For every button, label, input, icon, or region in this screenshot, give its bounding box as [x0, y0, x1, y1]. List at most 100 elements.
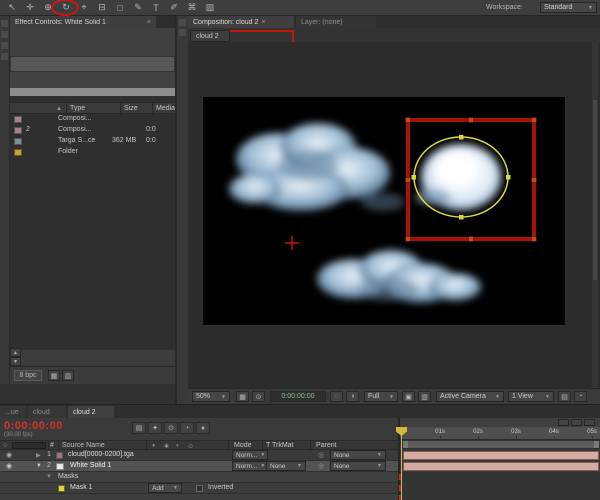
layer-row-selected[interactable]: ◉ ▼ 2 White Solid 1 Norm... ▼ None ▼ ◎ N…: [0, 461, 399, 472]
scroll-down-button[interactable]: ▼: [10, 357, 21, 366]
twirl-icon[interactable]: ▼: [36, 463, 42, 469]
bit-depth-button[interactable]: 8 bpc: [14, 370, 42, 381]
resolution-dropdown[interactable]: Full ▼: [364, 391, 398, 402]
panel-mini-icon[interactable]: [179, 29, 186, 36]
comp-scrollbar-thumb[interactable]: [593, 100, 597, 280]
panel-mini-icon[interactable]: [179, 19, 186, 26]
solid-color-swatch[interactable]: [56, 463, 64, 470]
comp-mini-flowchart-button[interactable]: ▤: [132, 422, 146, 434]
panel-mini-icon[interactable]: [1, 20, 8, 27]
safe-zones-button[interactable]: ▦: [236, 391, 249, 402]
workspace-dropdown[interactable]: Standard ▼: [540, 2, 597, 13]
frame-blend-button[interactable]: ⊙: [164, 422, 178, 434]
header-mode[interactable]: Mode: [234, 442, 252, 449]
blend-mode-dropdown[interactable]: Norm... ▼: [232, 461, 268, 471]
project-row[interactable]: Targa S...ce 362 MB 0:0: [10, 136, 175, 147]
graph-editor-button[interactable]: ♦: [196, 422, 210, 434]
mask-visibility-button[interactable]: ⊙: [252, 391, 265, 402]
search-icon[interactable]: ○: [3, 442, 7, 449]
timeline-search-input[interactable]: [12, 442, 46, 449]
camera-view-dropdown[interactable]: Active Camera ▼: [436, 391, 504, 402]
sort-arrow-icon[interactable]: ▲: [56, 106, 62, 112]
pickwhip-icon[interactable]: ◎: [318, 462, 324, 470]
close-icon[interactable]: ×: [147, 19, 151, 26]
work-area-end-handle[interactable]: [594, 441, 599, 448]
close-icon[interactable]: ×: [261, 19, 265, 26]
work-area-bar[interactable]: [402, 440, 600, 449]
collapsed-panel-bar[interactable]: [10, 56, 175, 72]
comp-button[interactable]: [571, 419, 582, 426]
brush-tool[interactable]: ✐: [166, 1, 182, 14]
time-ruler[interactable]: 01s 02s 03s 04s 05s: [400, 427, 600, 440]
comp-viewport[interactable]: [203, 97, 565, 325]
project-col-size[interactable]: Size: [124, 105, 138, 112]
parent-dropdown[interactable]: None ▼: [330, 461, 386, 471]
project-row[interactable]: Folder: [10, 147, 175, 158]
mask-name[interactable]: Mask 1: [70, 484, 93, 491]
layer-name[interactable]: cloud[0000-0200].tga: [68, 451, 134, 458]
view-layout-dropdown[interactable]: 1 View ▼: [508, 391, 554, 402]
transparency-grid-button[interactable]: ▥: [418, 391, 431, 402]
panel-divider-bar[interactable]: [10, 88, 175, 96]
twirl-icon[interactable]: ▼: [46, 474, 52, 480]
project-col-type[interactable]: Type: [70, 105, 85, 112]
layer-tab[interactable]: Layer: (none): [296, 16, 376, 28]
motion-blur-button[interactable]: ◔: [180, 422, 194, 434]
hand-tool[interactable]: ✛: [22, 1, 38, 14]
eye-icon[interactable]: ◉: [6, 462, 12, 470]
pixel-aspect-button[interactable]: ▤: [558, 391, 571, 402]
project-row[interactable]: 2 Composi... 0:0: [10, 125, 175, 136]
comp-scrollbar[interactable]: [592, 42, 598, 388]
comp-marker-button[interactable]: [558, 419, 569, 426]
snapshot-button[interactable]: ◌: [330, 391, 343, 402]
layer-row[interactable]: ◉ ▶ 1 cloud[0000-0200].tga Norm... ▼ ◎ N…: [0, 450, 399, 461]
layer-duration-bar[interactable]: [403, 451, 599, 460]
header-parent[interactable]: Parent: [316, 442, 337, 449]
layer-duration-bar[interactable]: [403, 462, 599, 471]
eye-icon[interactable]: ◉: [6, 451, 12, 459]
header-trkmat[interactable]: T TrkMat: [266, 442, 293, 449]
current-time-field[interactable]: 0:00:00:00: [270, 391, 326, 402]
type-tool[interactable]: T: [148, 1, 164, 14]
selection-tool[interactable]: ↖: [4, 1, 20, 14]
inverted-checkbox[interactable]: [196, 485, 203, 492]
mask-row[interactable]: Mask 1 Add ▼ Inverted: [0, 483, 399, 494]
header-source-name[interactable]: Source Name: [62, 442, 105, 449]
layer-handles[interactable]: [405, 117, 537, 242]
track-matte-dropdown[interactable]: None ▼: [266, 461, 306, 471]
panel-mini-icon[interactable]: [1, 31, 8, 38]
parent-dropdown[interactable]: None ▼: [330, 450, 386, 460]
draft-3d-button[interactable]: ✦: [148, 422, 162, 434]
composition-tab[interactable]: Composition: cloud 2 ×: [188, 16, 294, 28]
twirl-icon[interactable]: ▶: [36, 452, 41, 459]
pan-behind-tool[interactable]: ⊟: [94, 1, 110, 14]
blend-mode-dropdown[interactable]: Norm... ▼: [232, 450, 268, 460]
panel-mini-icon[interactable]: [1, 53, 8, 60]
effect-controls-tab[interactable]: Effect Controls: White Solid 1 ×: [10, 16, 156, 28]
clone-stamp-tool[interactable]: ⌘: [184, 1, 200, 14]
eraser-tool[interactable]: ▨: [202, 1, 218, 14]
new-folder-button[interactable]: ▦: [48, 370, 60, 381]
layer-label-chip[interactable]: [56, 452, 63, 459]
work-area-start-handle[interactable]: [403, 441, 408, 448]
timeline-button[interactable]: ◔: [574, 391, 587, 402]
timeline-lanes[interactable]: I I I: [398, 449, 600, 500]
pen-tool[interactable]: ✎: [130, 1, 146, 14]
layer-name[interactable]: White Solid 1: [70, 462, 111, 469]
magnification-dropdown[interactable]: 50% ▼: [192, 391, 230, 402]
comp-nav-tab[interactable]: cloud 2: [190, 30, 230, 42]
project-row[interactable]: Composi...: [10, 114, 175, 125]
current-time-indicator-line[interactable]: [401, 435, 402, 500]
selection-overlay[interactable]: [203, 97, 565, 325]
new-comp-button[interactable]: ▥: [62, 370, 74, 381]
mask-mode-dropdown[interactable]: Add ▼: [148, 483, 182, 493]
region-of-interest-button[interactable]: ▣: [402, 391, 415, 402]
channels-button[interactable]: ◑: [346, 391, 359, 402]
masks-group-row[interactable]: ▼ Masks: [0, 472, 399, 483]
scroll-up-button[interactable]: ▲: [10, 348, 21, 357]
pickwhip-icon[interactable]: ◎: [318, 451, 324, 459]
mask-shape-tool[interactable]: □: [112, 1, 128, 14]
mask-color-chip[interactable]: [58, 485, 65, 492]
mask-vertex-handles[interactable]: [411, 135, 511, 220]
timeline-timecode[interactable]: 0:00:00:00: [4, 420, 63, 432]
